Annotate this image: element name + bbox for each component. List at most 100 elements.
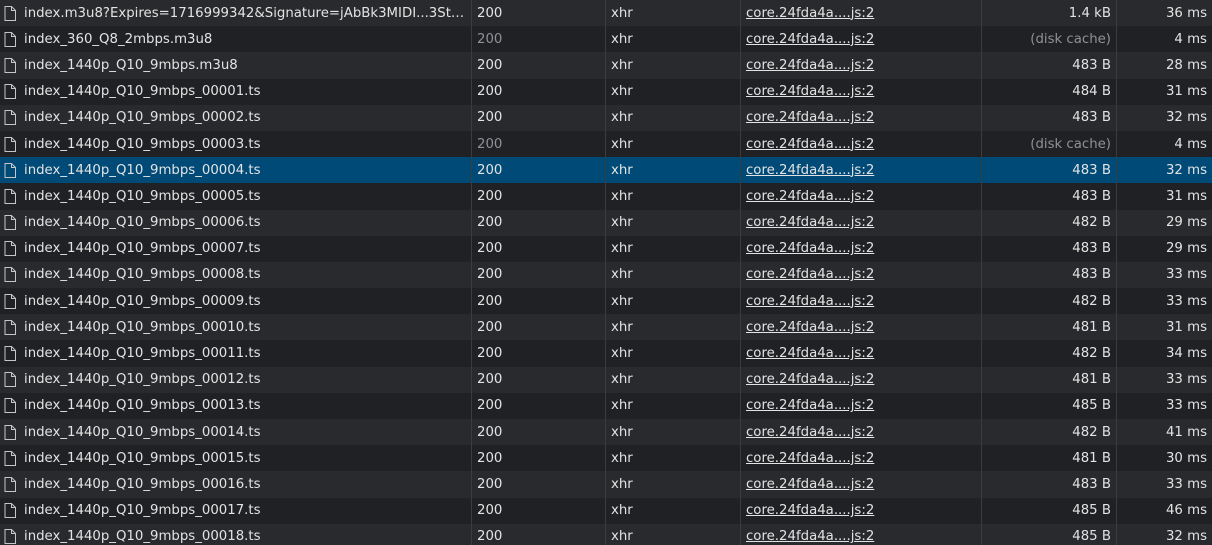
request-row[interactable]: index_1440p_Q10_9mbps_00006.ts 200 xhr core… <box>0 209 1212 236</box>
initiator-link[interactable]: core.24fda4a....js:2 <box>746 267 874 282</box>
type-cell: xhr <box>606 340 741 367</box>
document-icon <box>4 450 16 466</box>
initiator-link[interactable]: core.24fda4a....js:2 <box>746 189 874 204</box>
request-row[interactable]: index_1440p_Q10_9mbps_00005.ts 200 xhr core… <box>0 183 1212 210</box>
request-row[interactable]: index_1440p_Q10_9mbps_00010.ts 200 xhr core… <box>0 314 1212 341</box>
request-name-cell[interactable]: index.m3u8?Expires=1716999342&Signature=… <box>0 0 472 27</box>
request-name-cell[interactable]: index_1440p_Q10_9mbps_00018.ts <box>0 523 472 545</box>
status-cell: 200 <box>472 78 606 105</box>
size-cell: 483 B <box>982 157 1117 184</box>
initiator-link[interactable]: core.24fda4a....js:2 <box>746 425 874 440</box>
request-name-cell[interactable]: index_1440p_Q10_9mbps_00016.ts <box>0 471 472 498</box>
request-name-cell[interactable]: index_1440p_Q10_9mbps_00004.ts <box>0 157 472 184</box>
time-cell: 33 ms <box>1165 398 1207 414</box>
request-name-cell[interactable]: index_1440p_Q10_9mbps_00003.ts <box>0 130 472 158</box>
initiator-link[interactable]: core.24fda4a....js:2 <box>746 215 874 230</box>
request-name: index_1440p_Q10_9mbps_00017.ts <box>24 503 261 519</box>
initiator-link[interactable]: core.24fda4a....js:2 <box>746 84 874 99</box>
request-name-cell[interactable]: index_1440p_Q10_9mbps_00008.ts <box>0 261 472 289</box>
request-row[interactable]: index_1440p_Q10_9mbps_00002.ts 200 xhr core… <box>0 104 1212 131</box>
request-name-cell[interactable]: index_1440p_Q10_9mbps_00010.ts <box>0 314 472 341</box>
request-row[interactable]: index_360_Q8_2mbps.m3u8 200 xhr core.24fda4… <box>0 26 1212 53</box>
initiator-link[interactable]: core.24fda4a....js:2 <box>746 6 874 21</box>
initiator-link[interactable]: core.24fda4a....js:2 <box>746 529 874 544</box>
request-name-cell[interactable]: index_1440p_Q10_9mbps_00012.ts <box>0 366 472 393</box>
request-row[interactable]: index_1440p_Q10_9mbps_00014.ts 200 xhr core… <box>0 419 1212 446</box>
initiator-link[interactable]: core.24fda4a....js:2 <box>746 294 874 309</box>
request-name-cell[interactable]: index_1440p_Q10_9mbps_00013.ts <box>0 392 472 419</box>
time-cell: 32 ms <box>1165 162 1207 178</box>
initiator-link[interactable]: core.24fda4a....js:2 <box>746 346 874 361</box>
request-name: index_1440p_Q10_9mbps_00003.ts <box>24 136 261 152</box>
time-cell: 31 ms <box>1165 84 1207 100</box>
initiator-cell: core.24fda4a....js:2 <box>741 157 982 184</box>
document-icon <box>4 372 16 388</box>
initiator-link[interactable]: core.24fda4a....js:2 <box>746 163 874 178</box>
request-name: index_1440p_Q10_9mbps_00016.ts <box>24 476 261 492</box>
initiator-link[interactable]: core.24fda4a....js:2 <box>746 137 874 152</box>
request-row[interactable]: index.m3u8?Expires=1716999342&Signature=… <box>0 0 1212 27</box>
initiator-link[interactable]: core.24fda4a....js:2 <box>746 372 874 387</box>
size-cell: 481 B <box>982 445 1117 472</box>
request-name: index_360_Q8_2mbps.m3u8 <box>24 31 213 47</box>
request-name-cell[interactable]: index_1440p_Q10_9mbps_00006.ts <box>0 209 472 236</box>
request-name-cell[interactable]: index_1440p_Q10_9mbps.m3u8 <box>0 52 472 79</box>
request-name-cell[interactable]: index_1440p_Q10_9mbps_00009.ts <box>0 288 472 315</box>
request-row[interactable]: index_1440p_Q10_9mbps_00013.ts 200 xhr core… <box>0 392 1212 419</box>
request-name-cell[interactable]: index_1440p_Q10_9mbps_00002.ts <box>0 104 472 131</box>
request-name-cell[interactable]: index_1440p_Q10_9mbps_00015.ts <box>0 445 472 472</box>
initiator-link[interactable]: core.24fda4a....js:2 <box>746 58 874 73</box>
size-cell: 483 B <box>982 183 1117 210</box>
request-name-cell[interactable]: index_1440p_Q10_9mbps_00005.ts <box>0 183 472 210</box>
size-cell: 483 B <box>982 471 1117 498</box>
request-row[interactable]: index_1440p_Q10_9mbps_00001.ts 200 xhr core… <box>0 78 1212 105</box>
request-row[interactable]: index_1440p_Q10_9mbps_00017.ts 200 xhr core… <box>0 497 1212 524</box>
request-row[interactable]: index_1440p_Q10_9mbps_00009.ts 200 xhr core… <box>0 288 1212 315</box>
status-cell: 200 <box>472 445 606 472</box>
request-name-cell[interactable]: index_1440p_Q10_9mbps_00001.ts <box>0 78 472 105</box>
status-cell: 200 <box>472 288 606 315</box>
request-row[interactable]: index_1440p_Q10_9mbps_00018.ts 200 xhr core… <box>0 523 1212 545</box>
request-row[interactable]: index_1440p_Q10_9mbps_00011.ts 200 xhr core… <box>0 340 1212 367</box>
request-name: index_1440p_Q10_9mbps_00012.ts <box>24 372 261 388</box>
request-row[interactable]: index_1440p_Q10_9mbps_00003.ts 200 xhr core… <box>0 130 1212 158</box>
initiator-link[interactable]: core.24fda4a....js:2 <box>746 320 874 335</box>
size-cell: 482 B <box>982 209 1117 236</box>
initiator-cell: core.24fda4a....js:2 <box>741 392 982 419</box>
initiator-cell: core.24fda4a....js:2 <box>741 26 982 53</box>
status-cell: 200 <box>472 261 606 289</box>
request-row[interactable]: index_1440p_Q10_9mbps_00004.ts 200 xhr core… <box>0 157 1212 184</box>
request-name-cell[interactable]: index_1440p_Q10_9mbps_00017.ts <box>0 497 472 524</box>
request-row[interactable]: index_1440p_Q10_9mbps_00015.ts 200 xhr core… <box>0 445 1212 472</box>
status-cell: 200 <box>472 52 606 79</box>
request-name: index_1440p_Q10_9mbps_00009.ts <box>24 293 261 309</box>
initiator-link[interactable]: core.24fda4a....js:2 <box>746 398 874 413</box>
request-row[interactable]: index_1440p_Q10_9mbps_00016.ts 200 xhr core… <box>0 471 1212 498</box>
request-name-cell[interactable]: index_1440p_Q10_9mbps_00007.ts <box>0 235 472 262</box>
time-cell: 33 ms <box>1165 293 1207 309</box>
request-row[interactable]: index_1440p_Q10_9mbps_00012.ts 200 xhr core… <box>0 366 1212 393</box>
request-row[interactable]: index_1440p_Q10_9mbps_00007.ts 200 xhr core… <box>0 235 1212 262</box>
size-cell: 1.4 kB <box>982 0 1117 27</box>
status-cell: 200 <box>472 26 606 53</box>
request-name: index_1440p_Q10_9mbps_00006.ts <box>24 215 261 231</box>
request-row[interactable]: index_1440p_Q10_9mbps.m3u8 200 xhr core.24f… <box>0 52 1212 79</box>
initiator-link[interactable]: core.24fda4a....js:2 <box>746 241 874 256</box>
time-cell: 29 ms <box>1165 241 1207 257</box>
size-cell: 481 B <box>982 366 1117 393</box>
request-row[interactable]: index_1440p_Q10_9mbps_00008.ts 200 xhr core… <box>0 261 1212 289</box>
request-name-cell[interactable]: index_1440p_Q10_9mbps_00014.ts <box>0 419 472 446</box>
initiator-link[interactable]: core.24fda4a....js:2 <box>746 110 874 125</box>
request-name-cell[interactable]: index_1440p_Q10_9mbps_00011.ts <box>0 340 472 367</box>
request-name: index_1440p_Q10_9mbps_00010.ts <box>24 319 261 335</box>
initiator-link[interactable]: core.24fda4a....js:2 <box>746 451 874 466</box>
initiator-link[interactable]: core.24fda4a....js:2 <box>746 503 874 518</box>
initiator-link[interactable]: core.24fda4a....js:2 <box>746 477 874 492</box>
initiator-link[interactable]: core.24fda4a....js:2 <box>746 32 874 47</box>
document-icon <box>4 346 16 362</box>
network-request-table: index.m3u8?Expires=1716999342&Signature=… <box>0 0 1212 545</box>
request-name-cell[interactable]: index_360_Q8_2mbps.m3u8 <box>0 26 472 53</box>
type-cell: xhr <box>606 366 741 393</box>
type-cell: xhr <box>606 445 741 472</box>
size-cell: 482 B <box>982 419 1117 446</box>
